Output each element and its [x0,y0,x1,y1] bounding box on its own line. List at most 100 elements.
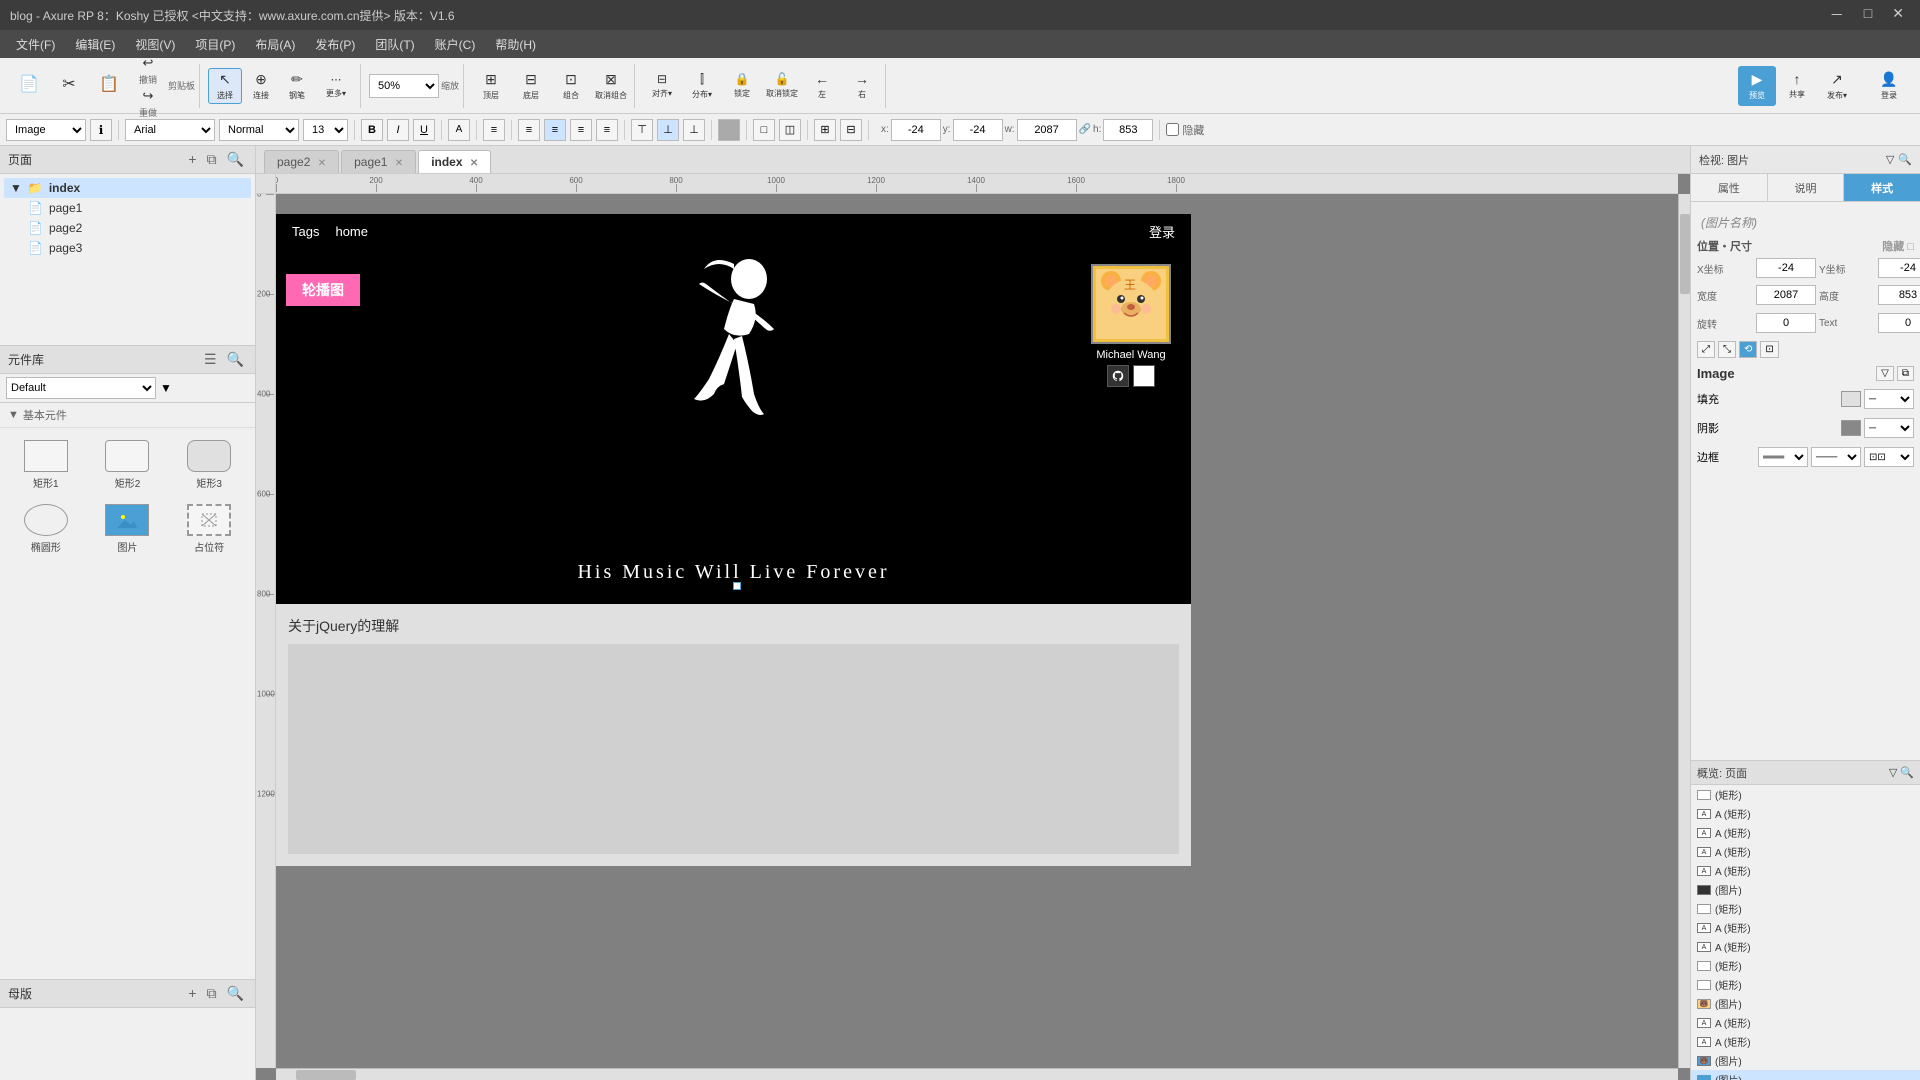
align-right-btn[interactable]: ≡ [570,119,592,141]
undo-btn[interactable]: ↩ [130,53,166,73]
padding-btn[interactable]: ⊞ [814,119,836,141]
ov-item-6[interactable]: (矩形) [1691,899,1920,918]
page-item-page1[interactable]: 📄 page1 [4,198,251,218]
tab-index-close[interactable]: ✕ [470,158,478,169]
publish-btn[interactable]: ↗ 发布▾ [1818,66,1856,106]
ov-item-7[interactable]: A A (矩形) [1691,918,1920,937]
pages-search-btn[interactable]: 🔍 [224,150,247,169]
share-btn[interactable]: ↑ 共享 [1778,66,1816,106]
shadow-btn[interactable]: ⊟ [840,119,862,141]
widget-copy-btn[interactable]: ⧉ [1897,366,1914,381]
valign-mid-btn[interactable]: ⊥ [657,119,679,141]
shadow-type-select[interactable]: ─ [1864,418,1914,438]
align-justify-btn[interactable]: ≡ [596,119,618,141]
lock-btn[interactable]: 🔒 锁定 [723,66,761,106]
widget-expand-btn[interactable]: ▽ [1876,366,1894,381]
hero-login[interactable]: 登录 [1149,222,1175,241]
menu-help[interactable]: 帮助(H) [487,34,544,55]
w-prop-input[interactable] [1756,285,1816,305]
ov-item-13[interactable]: A A (矩形) [1691,1032,1920,1051]
ov-item-0[interactable]: (矩形) [1691,785,1920,804]
unlock-btn[interactable]: 🔓 取消锁定 [763,66,801,106]
page-item-page3[interactable]: 📄 page3 [4,238,251,258]
tab-notes[interactable]: 说明 [1768,174,1845,201]
text-color-btn[interactable]: A [448,119,470,141]
page-item-index[interactable]: ▼ 📁 index [4,178,251,198]
ov-item-5[interactable]: (图片) [1691,880,1920,899]
y-prop-input[interactable] [1878,258,1920,278]
close-btn[interactable]: ✕ [1886,3,1910,27]
minimize-btn[interactable]: － [1824,3,1850,27]
border-style-select[interactable]: ═══ [1758,447,1808,467]
font-family-select[interactable]: Arial [125,119,215,141]
tab-style[interactable]: 样式 [1844,174,1920,201]
filter-btn[interactable]: ▽ [1886,153,1894,166]
ov-item-2[interactable]: A A (矩形) [1691,823,1920,842]
select-tool-btn[interactable]: ↖ 选择 [208,68,242,104]
v-scrollbar[interactable] [1678,194,1690,1068]
expand-btn[interactable]: ▼ [160,381,172,395]
ov-item-1[interactable]: A A (矩形) [1691,804,1920,823]
login-btn[interactable]: 👤 登录 [1864,66,1914,106]
group-btn[interactable]: ⊡ 组合 [552,66,590,106]
masters-duplicate-btn[interactable]: ⧉ [204,984,220,1003]
component-rect2[interactable]: 矩形2 [90,436,166,494]
right-align-btn[interactable]: → 右 [843,66,881,106]
hidden-checkbox[interactable] [1166,123,1179,136]
search-right-btn[interactable]: 🔍 [1898,153,1912,166]
menu-file[interactable]: 文件(F) [8,34,63,55]
font-style-select[interactable]: Normal [219,119,299,141]
components-menu-btn[interactable]: ☰ [201,350,220,369]
widget-type-info-btn[interactable]: ℹ [90,119,112,141]
shadow-color-swatch[interactable] [1841,420,1861,436]
bottom-page-btn[interactable]: ⊟ 底层 [512,66,550,106]
tab-page2[interactable]: page2 ✕ [264,150,339,173]
y-input[interactable] [953,119,1003,141]
ov-item-15[interactable]: (图片) [1691,1070,1920,1080]
underline-btn[interactable]: U [413,119,435,141]
v-scrollbar-thumb[interactable] [1680,214,1690,294]
menu-layout[interactable]: 布局(A) [247,34,303,55]
nav-tags[interactable]: Tags [292,224,319,239]
widget-type-select[interactable]: Image [6,119,86,141]
reset-size-btn[interactable]: ⟲ [1739,341,1757,358]
h-scrollbar-thumb[interactable] [296,1070,356,1080]
tab-properties[interactable]: 属性 [1691,174,1768,201]
connect-tool-btn[interactable]: ⊕ 连接 [244,68,278,104]
align-left-btn[interactable]: ≡ [518,119,540,141]
expand-h-btn[interactable]: ⤡ [1718,341,1736,358]
ov-item-3[interactable]: A A (矩形) [1691,842,1920,861]
menu-view[interactable]: 视图(V) [127,34,183,55]
menu-publish[interactable]: 发布(P) [307,34,363,55]
masters-add-btn[interactable]: + [185,984,199,1003]
component-placeholder[interactable]: 占位符 [171,500,247,558]
ov-item-9[interactable]: (矩形) [1691,956,1920,975]
nav-home[interactable]: home [335,224,368,239]
expand-w-btn[interactable]: ⤢ [1697,341,1715,358]
border-color-btn[interactable]: ◫ [779,119,801,141]
canvas-wrapper[interactable]: 0 200 400 600 800 1000 1200 1400 1600 18… [256,174,1690,1080]
top-page-btn[interactable]: ⊞ 顶层 [472,66,510,106]
menu-project[interactable]: 项目(P) [187,34,243,55]
redo-btn[interactable]: ↪ [130,86,166,106]
expand-basic-icon[interactable]: ▼ [8,409,19,421]
fill-color-btn[interactable] [718,119,740,141]
profile-link-btn[interactable] [1133,365,1155,387]
page-item-page2[interactable]: 📄 page2 [4,218,251,238]
font-size-select[interactable]: 13 [303,119,348,141]
ov-item-14[interactable]: 🐻 (图片) [1691,1051,1920,1070]
overview-search-btn[interactable]: 🔍 [1900,766,1914,779]
border-style-btn[interactable]: □ [753,119,775,141]
tab-page1[interactable]: page1 ✕ [341,150,416,173]
component-image[interactable]: 图片 [90,500,166,558]
tab-index[interactable]: index ✕ [418,150,491,173]
zoom-select[interactable]: 50% 100% 75% [369,74,439,98]
masters-search-btn[interactable]: 🔍 [224,984,247,1003]
tab-page2-close[interactable]: ✕ [318,158,326,169]
ov-item-10[interactable]: (矩形) [1691,975,1920,994]
list-btn[interactable]: ≡ [483,119,505,141]
text-prop-input[interactable] [1878,313,1920,333]
menu-edit[interactable]: 编辑(E) [67,34,123,55]
h-scrollbar[interactable] [276,1068,1678,1080]
github-icon-btn[interactable] [1107,365,1129,387]
